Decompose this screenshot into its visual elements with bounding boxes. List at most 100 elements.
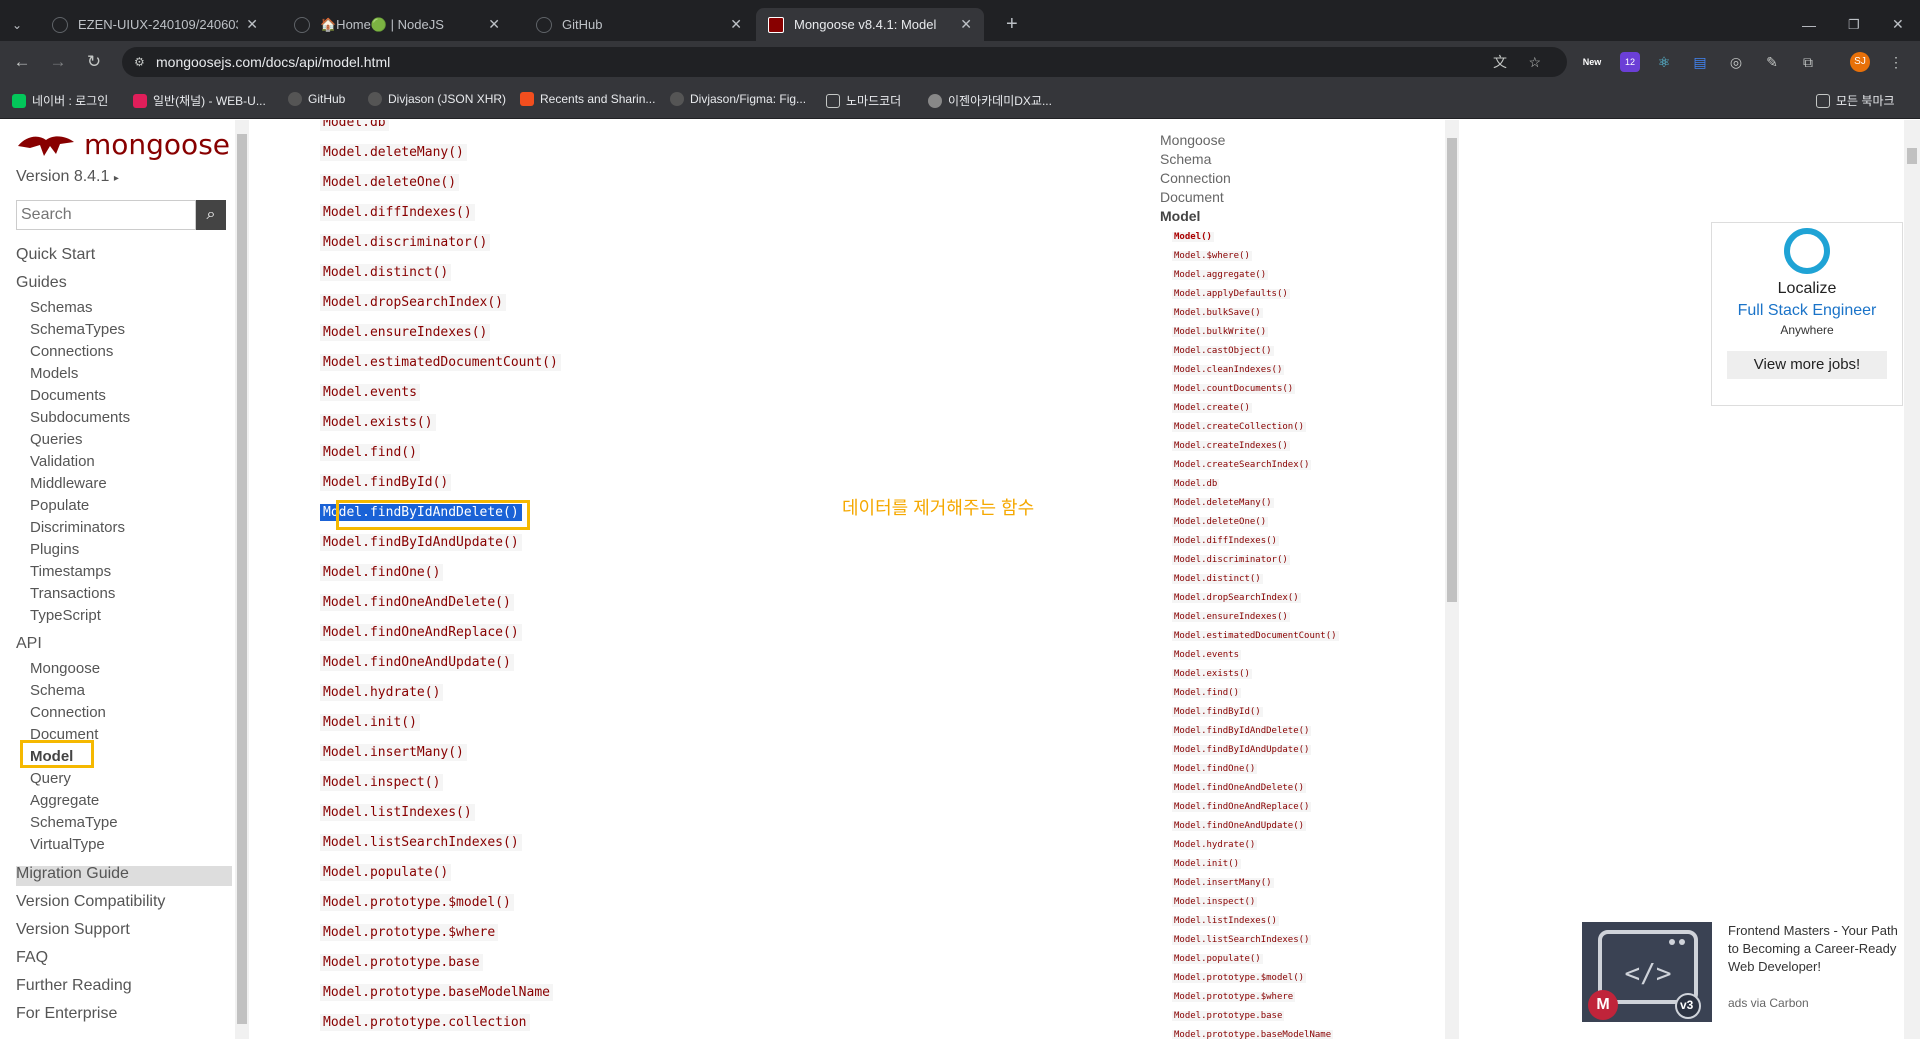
- star-icon[interactable]: ☆: [1528, 47, 1541, 77]
- sidebar-further-reading[interactable]: Further Reading: [16, 977, 132, 995]
- method-link[interactable]: Model.findByIdAndUpdate(): [320, 534, 522, 551]
- close-window-icon[interactable]: ✕: [1880, 8, 1916, 41]
- method-link[interactable]: Model.prototype.$model(): [320, 894, 514, 911]
- toc-item[interactable]: Model.findByIdAndUpdate(): [1172, 745, 1312, 755]
- method-link[interactable]: Model.db: [320, 120, 389, 131]
- sidebar-item-aggregate[interactable]: Aggregate: [30, 792, 99, 809]
- sidebar-item-discriminators[interactable]: Discriminators: [30, 519, 125, 536]
- toc-item[interactable]: Model.populate(): [1172, 954, 1263, 964]
- search-input[interactable]: [16, 200, 196, 230]
- sidebar-faq[interactable]: FAQ: [16, 949, 48, 967]
- toc-item[interactable]: Model.distinct(): [1172, 574, 1263, 584]
- sidebar-version-support[interactable]: Version Support: [16, 921, 130, 939]
- view-more-jobs-button[interactable]: View more jobs!: [1727, 351, 1887, 379]
- sidebar-guides[interactable]: Guides: [16, 274, 67, 292]
- target-extension-icon[interactable]: ◎: [1726, 52, 1746, 72]
- toc-item[interactable]: Model.prototype.$model(): [1172, 973, 1307, 983]
- sidebar-item-query[interactable]: Query: [30, 770, 71, 787]
- toc-item[interactable]: Model.discriminator(): [1172, 555, 1290, 565]
- toc-item[interactable]: Model.$where(): [1172, 251, 1252, 261]
- method-link[interactable]: Model.prototype.baseModelName: [320, 984, 553, 1001]
- method-link[interactable]: Model.hydrate(): [320, 684, 444, 701]
- toc-heading[interactable]: Connection: [1160, 170, 1231, 186]
- toc-item[interactable]: Model.events: [1172, 650, 1242, 660]
- toc-item[interactable]: Model.prototype.base: [1172, 1011, 1285, 1021]
- sidebar-item-schema[interactable]: Schema: [30, 682, 85, 699]
- bookmark-nomad[interactable]: 노마드코더: [826, 92, 901, 109]
- menu-icon[interactable]: ⋮: [1886, 52, 1906, 72]
- site-info-icon[interactable]: ⚙: [134, 47, 145, 77]
- toc-item[interactable]: Model.findOneAndUpdate(): [1172, 821, 1307, 831]
- toc-item[interactable]: Model.diffIndexes(): [1172, 536, 1279, 546]
- toc-item[interactable]: Model.findById(): [1172, 707, 1263, 717]
- pen-extension-icon[interactable]: ✎: [1762, 52, 1782, 72]
- toc-item[interactable]: Model.ensureIndexes(): [1172, 612, 1290, 622]
- bookmark-ezen[interactable]: 이젠아카데미DX교...: [928, 92, 1052, 109]
- mongoose-logo[interactable]: mongoose: [16, 128, 230, 161]
- close-icon[interactable]: ✕: [960, 16, 972, 33]
- method-link[interactable]: Model.listSearchIndexes(): [320, 834, 522, 851]
- toc-item[interactable]: Model.db: [1172, 479, 1220, 489]
- method-link[interactable]: Model.prototype.base: [320, 954, 483, 971]
- close-icon[interactable]: ✕: [246, 16, 258, 33]
- method-link[interactable]: Model.exists(): [320, 414, 436, 431]
- toc-item[interactable]: Model.prototype.$where: [1172, 992, 1296, 1002]
- tab-mongoose-model[interactable]: Mongoose v8.4.1: Model ✕: [756, 8, 984, 41]
- sidebar-item-models[interactable]: Models: [30, 365, 78, 382]
- method-link[interactable]: Model.prototype.collection: [320, 1014, 530, 1031]
- toc-item[interactable]: Model.inspect(): [1172, 897, 1258, 907]
- sidebar-item-timestamps[interactable]: Timestamps: [30, 563, 111, 580]
- method-link[interactable]: Model.populate(): [320, 864, 452, 881]
- toc-item[interactable]: Model.create(): [1172, 403, 1252, 413]
- all-bookmarks[interactable]: 모든 북마크: [1816, 92, 1895, 109]
- bookmark-github[interactable]: GitHub: [288, 92, 345, 106]
- toc-item[interactable]: Model.createIndexes(): [1172, 441, 1290, 451]
- tab-list-button[interactable]: ⌄: [8, 8, 28, 41]
- sidebar-item-transactions[interactable]: Transactions: [30, 585, 115, 602]
- toc-heading[interactable]: Mongoose: [1160, 132, 1225, 148]
- toc-item[interactable]: Model.createCollection(): [1172, 422, 1307, 432]
- sidebar-item-schemas[interactable]: Schemas: [30, 299, 93, 316]
- toc-item[interactable]: Model.listSearchIndexes(): [1172, 935, 1312, 945]
- scrollbar-thumb[interactable]: [1907, 148, 1917, 164]
- extension-badge-icon[interactable]: 12: [1620, 52, 1640, 72]
- sidebar-migration-guide[interactable]: Migration Guide: [16, 865, 129, 883]
- reload-icon[interactable]: ↻: [82, 50, 106, 74]
- method-link[interactable]: Model.findOneAndUpdate(): [320, 654, 514, 671]
- toc-item[interactable]: Model.findOneAndDelete(): [1172, 783, 1307, 793]
- toc-heading[interactable]: Model: [1160, 208, 1200, 224]
- method-link[interactable]: Model.discriminator(): [320, 234, 491, 251]
- method-link[interactable]: Model.events: [320, 384, 420, 401]
- toc-item[interactable]: Model(): [1172, 232, 1214, 242]
- sidebar-item-subdocuments[interactable]: Subdocuments: [30, 409, 130, 426]
- sidebar-item-typescript[interactable]: TypeScript: [30, 607, 101, 624]
- toc-item[interactable]: Model.listIndexes(): [1172, 916, 1279, 926]
- toc-item[interactable]: Model.bulkWrite(): [1172, 327, 1269, 337]
- toc-item[interactable]: Model.findOneAndReplace(): [1172, 802, 1312, 812]
- sidebar-item-middleware[interactable]: Middleware: [30, 475, 107, 492]
- method-link[interactable]: Model.insertMany(): [320, 744, 467, 761]
- tab-ezen[interactable]: EZEN-UIUX-240109/240603 at ✕: [40, 8, 270, 41]
- toc-item[interactable]: Model.deleteMany(): [1172, 498, 1274, 508]
- bookmark-slack[interactable]: 일반(채널) - WEB-U...: [133, 92, 266, 109]
- carbon-ad[interactable]: </> v3 M Frontend Masters - Your Path to…: [1582, 922, 1900, 1022]
- toc-heading[interactable]: Document: [1160, 189, 1224, 205]
- ad-image[interactable]: </> v3 M: [1582, 922, 1712, 1022]
- sidebar-item-validation[interactable]: Validation: [30, 453, 95, 470]
- sidebar-item-plugins[interactable]: Plugins: [30, 541, 79, 558]
- method-link[interactable]: Model.dropSearchIndex(): [320, 294, 507, 311]
- toc-item[interactable]: Model.init(): [1172, 859, 1242, 869]
- tab-github[interactable]: GitHub ✕: [524, 8, 754, 41]
- sidebar-api[interactable]: API: [16, 635, 42, 653]
- back-icon[interactable]: ←: [10, 50, 34, 74]
- profile-avatar[interactable]: SJ: [1850, 52, 1870, 72]
- sidebar-item-connections[interactable]: Connections: [30, 343, 113, 360]
- restore-icon[interactable]: ❐: [1836, 8, 1872, 41]
- new-extension-icon[interactable]: New: [1580, 52, 1604, 72]
- toc-item[interactable]: Model.cleanIndexes(): [1172, 365, 1285, 375]
- sidebar-for-enterprise[interactable]: For Enterprise: [16, 1005, 117, 1023]
- sidebar-item-schematypes[interactable]: SchemaTypes: [30, 321, 125, 338]
- toc-item[interactable]: Model.prototype.baseModelName: [1172, 1030, 1334, 1039]
- toc-item[interactable]: Model.createSearchIndex(): [1172, 460, 1312, 470]
- url-field[interactable]: ⚙ mongoosejs.com/docs/api/model.html 文 ☆: [122, 47, 1567, 77]
